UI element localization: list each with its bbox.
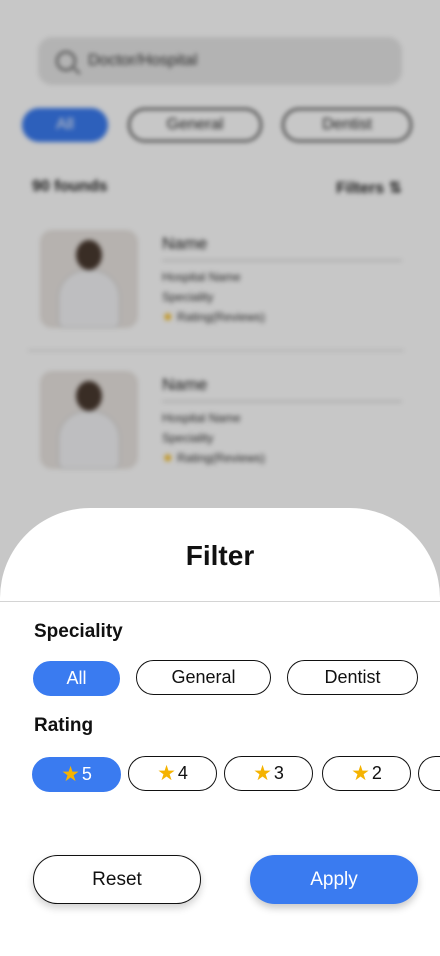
rating-chip-1[interactable] bbox=[418, 756, 440, 791]
filter-sheet: Filter Speciality All General Dentist Ra… bbox=[0, 508, 440, 956]
star-icon: ★ bbox=[61, 763, 80, 786]
rating-chip-2[interactable]: ★ 2 bbox=[322, 756, 411, 791]
apply-button[interactable]: Apply bbox=[250, 855, 418, 904]
star-icon: ★ bbox=[157, 762, 176, 785]
rating-chip-5[interactable]: ★ 5 bbox=[32, 757, 121, 792]
reset-button[interactable]: Reset bbox=[33, 855, 201, 904]
rating-label: Rating bbox=[34, 715, 94, 736]
speciality-chip-all[interactable]: All bbox=[33, 661, 120, 696]
speciality-label: Speciality bbox=[34, 621, 123, 642]
star-icon: ★ bbox=[253, 762, 272, 785]
rating-chip-4[interactable]: ★ 4 bbox=[128, 756, 217, 791]
rating-chip-3[interactable]: ★ 3 bbox=[224, 756, 313, 791]
sheet-title: Filter bbox=[185, 540, 255, 571]
speciality-chip-dentist[interactable]: Dentist bbox=[287, 660, 418, 695]
speciality-chip-general[interactable]: General bbox=[136, 660, 271, 695]
sheet-divider bbox=[0, 601, 440, 602]
star-icon: ★ bbox=[351, 762, 370, 785]
